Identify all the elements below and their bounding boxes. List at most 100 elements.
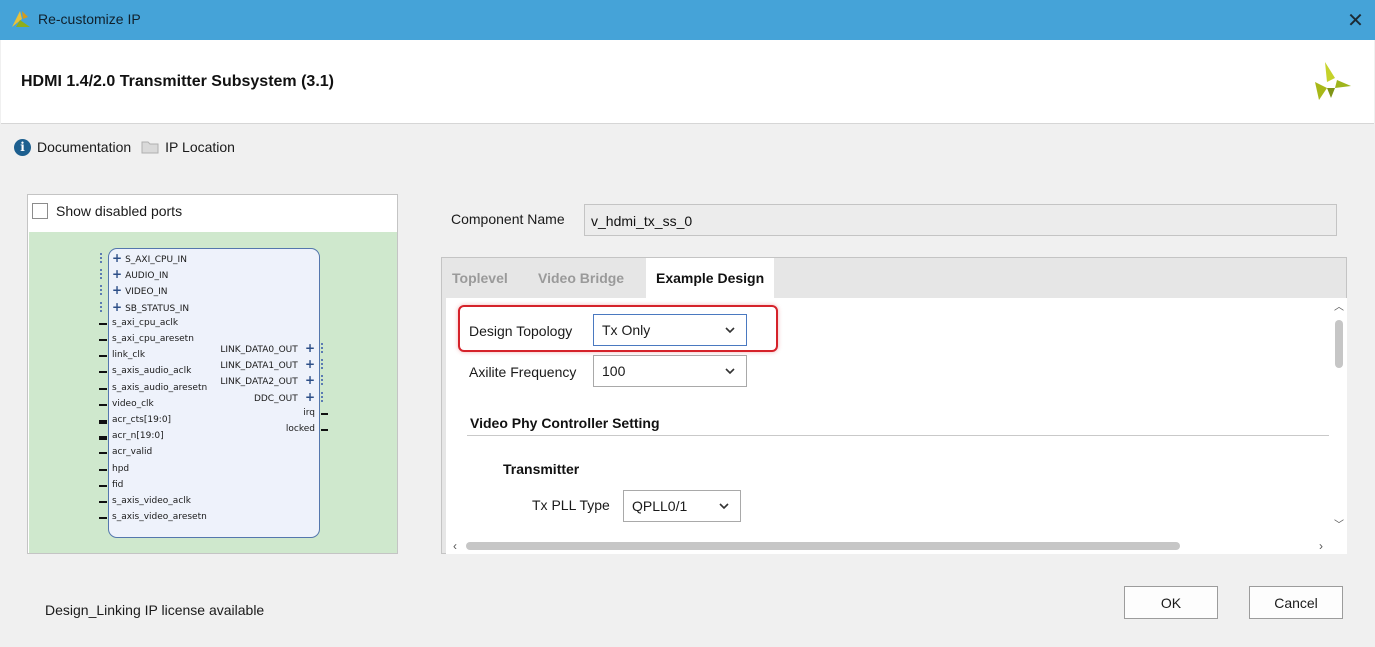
vertical-scroll-thumb[interactable]: [1335, 320, 1343, 368]
info-icon: i: [14, 138, 31, 156]
title-bar: Re-customize IP ✕: [0, 0, 1375, 40]
port-label: LINK_DATA2_OUT: [220, 377, 298, 388]
port-fid: fid: [112, 480, 123, 490]
port-label: VIDEO_IN: [125, 287, 168, 298]
bus-connector-icon: [321, 375, 327, 386]
scroll-up-icon[interactable]: ︿: [1331, 298, 1347, 313]
tab-toplevel[interactable]: Toplevel: [442, 258, 518, 297]
close-icon[interactable]: ✕: [1336, 0, 1375, 40]
horizontal-scroll-thumb[interactable]: [466, 542, 1180, 550]
port-label: fid: [112, 479, 124, 490]
port-label: video_clk: [112, 398, 154, 409]
pin-line: [99, 484, 107, 487]
port-s-axis-video-aclk: s_axis_video_aclk: [112, 496, 191, 506]
component-name-input[interactable]: v_hdmi_tx_ss_0: [584, 204, 1337, 236]
pin-line: [99, 403, 107, 406]
scroll-left-icon[interactable]: ‹: [448, 538, 462, 554]
scroll-down-icon[interactable]: ﹀: [1331, 516, 1347, 531]
port-video-clk: video_clk: [112, 399, 154, 409]
expand-plus-icon[interactable]: +: [301, 390, 315, 404]
port-label: s_axi_cpu_aresetn: [112, 334, 194, 344]
scroll-right-icon[interactable]: ›: [1314, 538, 1328, 554]
port-sb-status-in: + SB_STATUS_IN: [112, 300, 190, 314]
port-label: hpd: [112, 463, 130, 474]
axilite-frequency-select[interactable]: 100: [593, 355, 747, 387]
pin-line: [99, 387, 107, 390]
ip-title: HDMI 1.4/2.0 Transmitter Subsystem (3.1): [21, 73, 334, 90]
port-label: LINK_DATA1_OUT: [220, 361, 298, 372]
expand-plus-icon[interactable]: +: [112, 300, 122, 314]
expand-plus-icon[interactable]: +: [112, 283, 122, 297]
port-s-axi-cpu-in: + S_AXI_CPU_IN: [112, 251, 187, 265]
port-link-clk: link_clk: [112, 350, 145, 360]
expand-plus-icon[interactable]: +: [301, 341, 315, 355]
port-s-axi-cpu-aclk: s_axi_cpu_aclk: [112, 318, 178, 328]
show-disabled-ports-label: Show disabled ports: [56, 203, 183, 219]
pin-line: [99, 371, 107, 374]
chevron-down-icon: [719, 503, 729, 510]
show-disabled-ports-checkbox[interactable]: Show disabled ports: [32, 203, 182, 219]
tx-pll-type-select[interactable]: QPLL0/1: [623, 490, 741, 522]
tx-pll-type-label: Tx PLL Type: [532, 497, 610, 513]
vertical-scrollbar[interactable]: ︿ ﹀: [1331, 298, 1347, 538]
tab-example-design[interactable]: Example Design: [646, 258, 775, 298]
port-label: s_axis_audio_aresetn: [112, 382, 208, 393]
chevron-down-icon: [725, 368, 735, 375]
expand-plus-icon[interactable]: +: [112, 267, 122, 281]
license-status: Design_Linking IP license available: [45, 602, 265, 618]
folder-icon: [141, 141, 159, 154]
ip-location-label: IP Location: [165, 139, 235, 155]
port-s-axis-video-aresetn: s_axis_video_aresetn: [112, 512, 207, 522]
ip-symbol-panel: Show disabled ports + S_AXI_CPU_IN + AUDIO_…: [27, 194, 398, 554]
documentation-label: Documentation: [37, 139, 132, 155]
port-link-data0-out: LINK_DATA0_OUT +: [220, 341, 315, 355]
component-name-label: Component Name: [451, 211, 565, 227]
documentation-link[interactable]: i Documentation: [14, 138, 132, 156]
doc-links: i Documentation IP Location: [14, 136, 235, 158]
window-title: Re-customize IP: [38, 11, 141, 27]
bus-connector-icon: [321, 343, 327, 353]
expand-plus-icon[interactable]: +: [112, 251, 122, 265]
ip-location-link[interactable]: IP Location: [141, 139, 235, 155]
port-locked: locked: [286, 424, 315, 434]
port-acr-cts-19-0-: acr_cts[19:0]: [112, 415, 171, 425]
bus-connector-icon: [100, 269, 106, 280]
bus-connector-icon: [100, 285, 106, 296]
port-video-in: + VIDEO_IN: [112, 283, 168, 298]
pin-line: [99, 436, 107, 441]
design-topology-select[interactable]: Tx Only: [593, 314, 747, 346]
config-tabs-panel: Toplevel Video Bridge Example Design Des…: [441, 257, 1347, 554]
axilite-frequency-label: Axilite Frequency: [469, 364, 577, 380]
port-label: DDC_OUT: [253, 393, 298, 404]
port-label: s_axis_video_aclk: [112, 496, 191, 506]
bus-connector-icon: [321, 391, 327, 402]
port-label: s_axi_cpu_aclk: [112, 317, 179, 328]
design-topology-label: Design Topology: [469, 323, 573, 339]
horizontal-scrollbar[interactable]: ‹ ›: [446, 538, 1331, 554]
port-label: AUDIO_IN: [125, 271, 169, 282]
port-label: SB_STATUS_IN: [125, 303, 190, 314]
port-s-axis-audio-aresetn: s_axis_audio_aresetn: [112, 383, 207, 393]
port-label: S_AXI_CPU_IN: [125, 255, 187, 265]
pin-line: [99, 517, 107, 520]
axilite-frequency-value: 100: [602, 363, 626, 379]
ip-symbol-diagram: + S_AXI_CPU_IN + AUDIO_IN + VIDEO_IN + SB_STATU…: [29, 232, 397, 553]
port-label: s_axis_video_aresetn: [112, 512, 207, 523]
port-acr-valid: acr_valid: [112, 447, 152, 457]
port-link-data2-out: LINK_DATA2_OUT +: [220, 373, 315, 388]
transmitter-section-title: Transmitter: [503, 461, 580, 477]
pin-line: [321, 412, 328, 415]
tab-video-bridge[interactable]: Video Bridge: [528, 258, 634, 297]
expand-plus-icon[interactable]: +: [301, 357, 315, 371]
vivado-app-icon: [12, 11, 30, 27]
port-hpd: hpd: [112, 464, 129, 474]
video-phy-section-title: Video Phy Controller Setting: [470, 415, 660, 431]
cancel-button[interactable]: Cancel: [1249, 586, 1343, 619]
port-audio-in: + AUDIO_IN: [112, 267, 169, 282]
checkbox-box[interactable]: [32, 203, 48, 219]
bus-connector-icon: [100, 301, 106, 312]
port-link-data1-out: LINK_DATA1_OUT +: [220, 357, 315, 372]
expand-plus-icon[interactable]: +: [301, 373, 315, 387]
ok-button[interactable]: OK: [1124, 586, 1218, 619]
pin-line: [99, 420, 107, 424]
